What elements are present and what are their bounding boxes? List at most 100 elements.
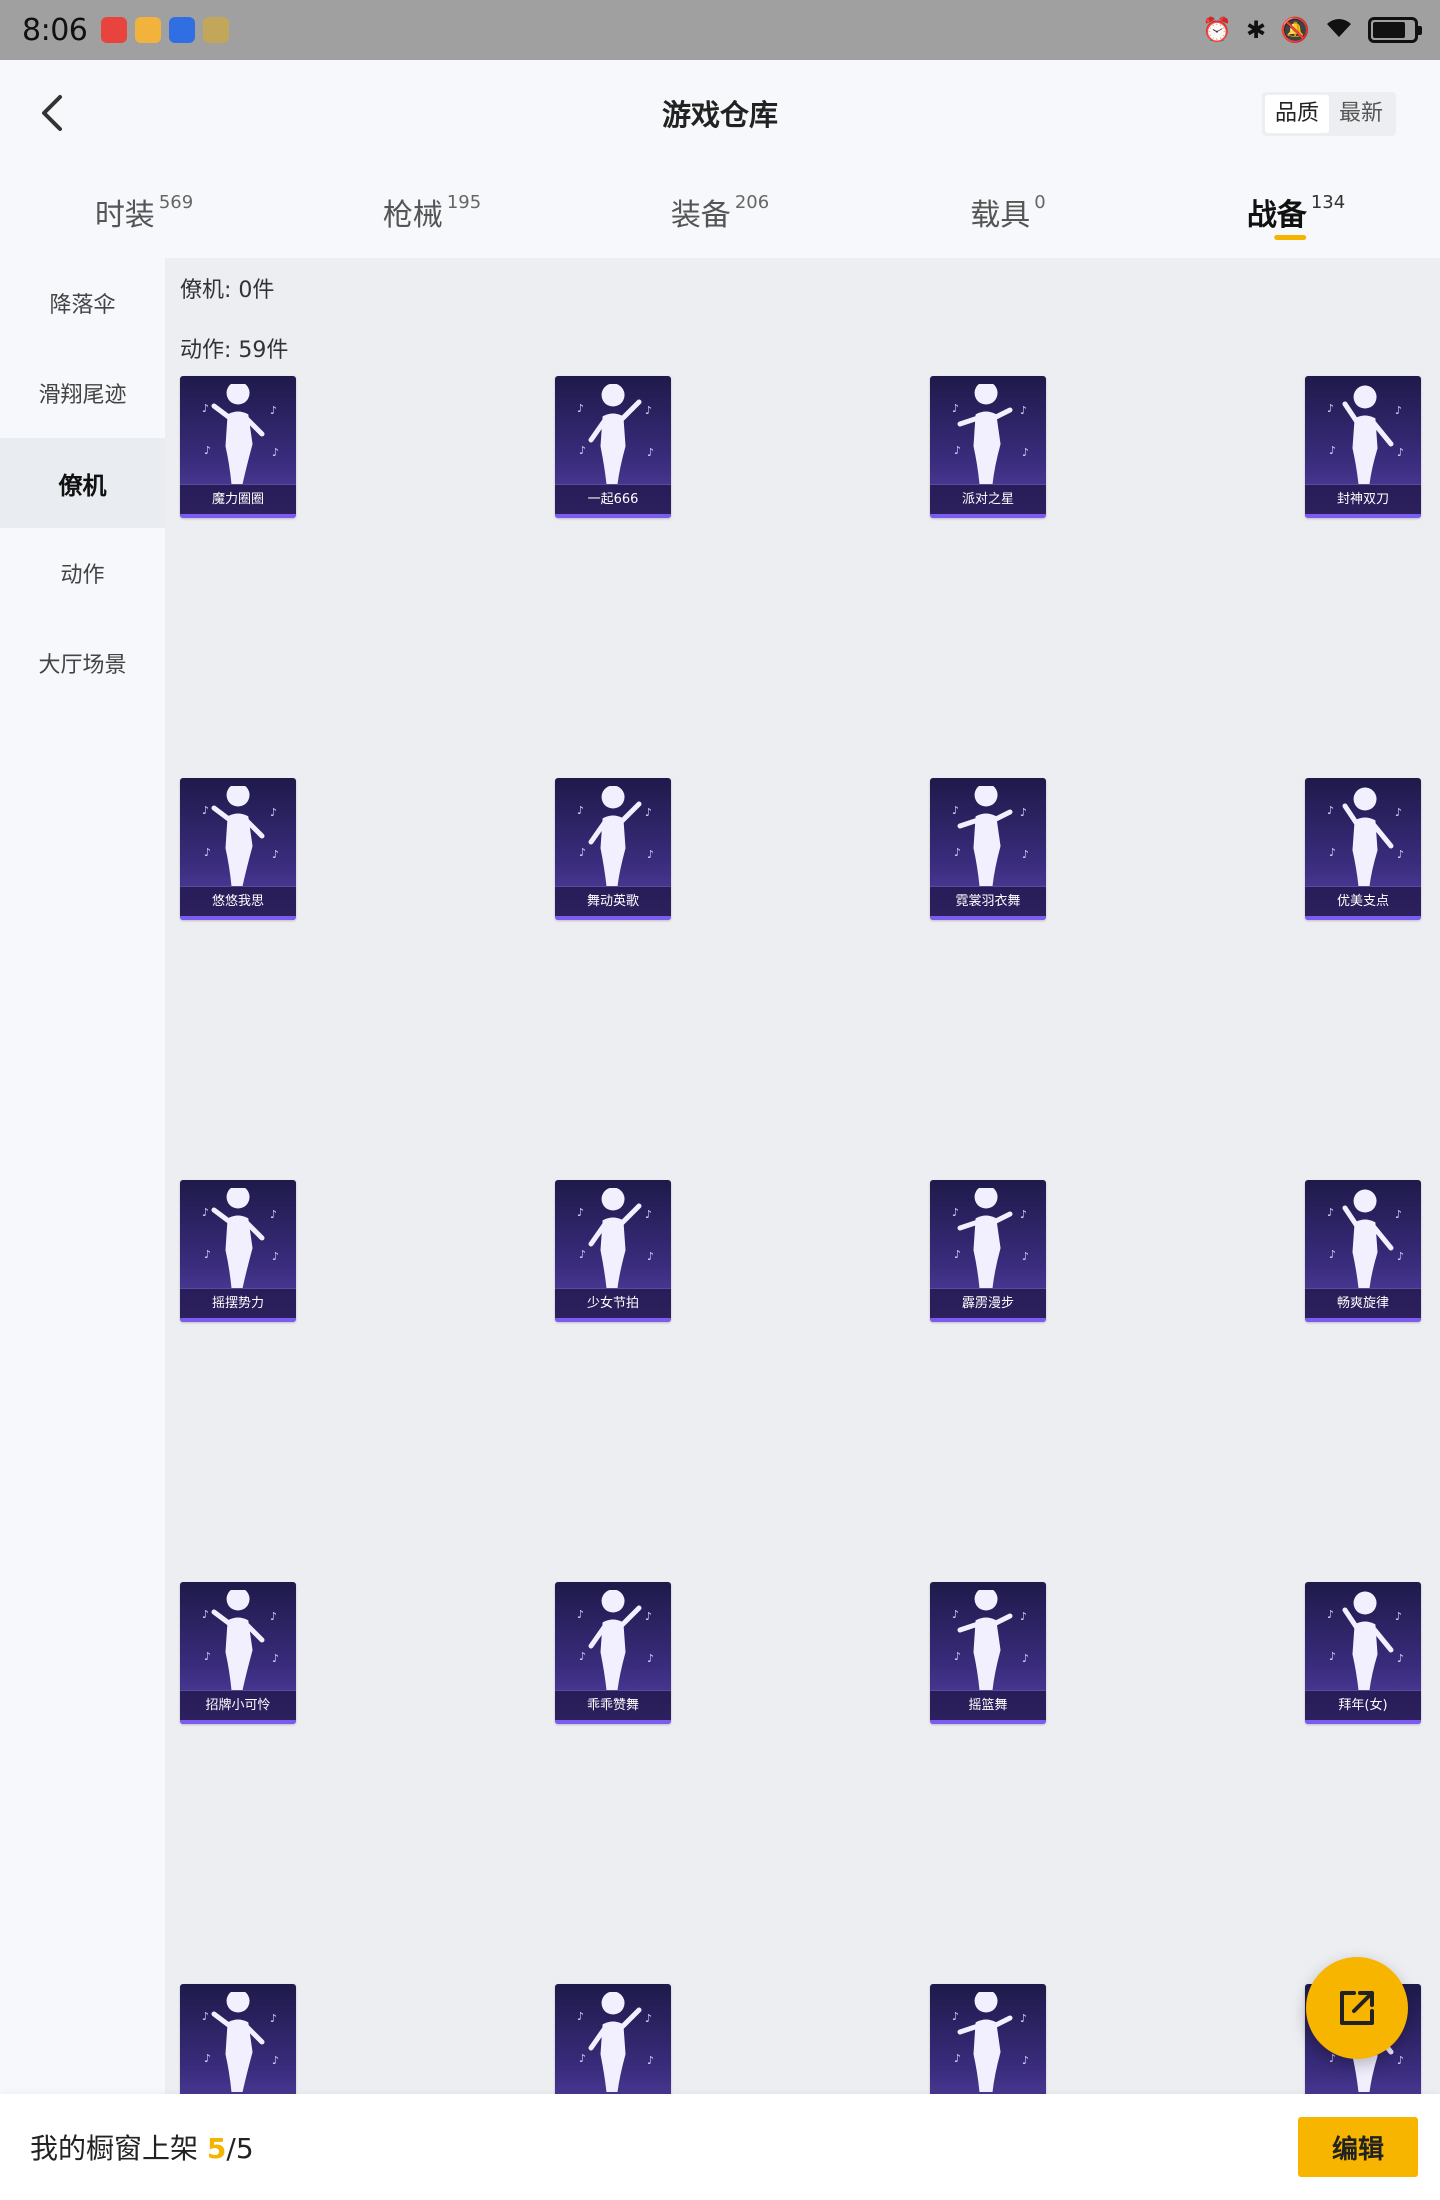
section-label-actions: 动作: 59件: [180, 338, 289, 363]
sidebar-item-actions[interactable]: 动作: [0, 528, 165, 618]
dancer-silhouette-icon: ♪ ♪ ♪ ♪: [202, 1992, 279, 2092]
emote-card[interactable]: ♪ ♪ ♪ ♪ 霹雳漫步: [930, 1180, 1046, 1322]
svg-text:♪: ♪: [579, 2052, 586, 2065]
emote-card[interactable]: ♪ ♪ ♪ ♪ 封神双刀: [1305, 376, 1421, 518]
dancer-silhouette-icon: ♪ ♪ ♪ ♪: [952, 786, 1029, 886]
dancer-silhouette-icon: ♪ ♪ ♪ ♪: [1327, 1591, 1404, 1690]
svg-text:♪: ♪: [1397, 446, 1404, 459]
wifi-icon: [1324, 15, 1354, 45]
svg-text:♪: ♪: [1020, 1208, 1027, 1221]
emote-card[interactable]: ♪ ♪ ♪ ♪: [555, 1984, 671, 2094]
share-button[interactable]: [1306, 1957, 1408, 2059]
dancer-silhouette-icon: ♪ ♪ ♪ ♪: [202, 1590, 279, 1690]
tab-vehicles[interactable]: 载具 0: [864, 166, 1152, 258]
back-button[interactable]: [28, 88, 78, 138]
sidebar-item-glide-trail[interactable]: 滑翔尾迹: [0, 348, 165, 438]
svg-text:♪: ♪: [1327, 804, 1334, 817]
svg-text:♪: ♪: [272, 848, 279, 861]
tab-combat-supplies[interactable]: 战备 134: [1152, 166, 1440, 258]
svg-text:♪: ♪: [1327, 402, 1334, 415]
svg-text:♪: ♪: [1397, 848, 1404, 861]
emote-card-label: 乖乖赞舞: [555, 1690, 671, 1720]
emote-card[interactable]: ♪ ♪ ♪ ♪: [180, 1984, 296, 2094]
svg-text:♪: ♪: [579, 1248, 586, 1261]
svg-text:♪: ♪: [579, 1650, 586, 1663]
emote-card[interactable]: ♪ ♪ ♪ ♪ 优美支点: [1305, 778, 1421, 920]
sidebar-item-wingman[interactable]: 僚机: [0, 438, 165, 528]
emote-card[interactable]: ♪ ♪ ♪ ♪ 畅爽旋律: [1305, 1180, 1421, 1322]
svg-text:♪: ♪: [647, 1652, 654, 1665]
emote-card[interactable]: ♪ ♪ ♪ ♪ 摇篮舞: [930, 1582, 1046, 1724]
dancer-silhouette-icon: ♪ ♪ ♪ ♪: [202, 786, 279, 886]
emote-card[interactable]: ♪ ♪ ♪ ♪ 招牌小可怜: [180, 1582, 296, 1724]
svg-text:♪: ♪: [1395, 1610, 1402, 1623]
emote-card[interactable]: ♪ ♪ ♪ ♪ 拜年(女): [1305, 1582, 1421, 1724]
svg-text:♪: ♪: [204, 1650, 211, 1663]
emote-card[interactable]: ♪ ♪ ♪ ♪ 摇摆势力: [180, 1180, 296, 1322]
emote-card-label: 畅爽旋律: [1305, 1288, 1421, 1318]
tab-count: 134: [1310, 191, 1346, 213]
tab-fashion[interactable]: 时装 569: [0, 166, 288, 258]
dancer-silhouette-icon: ♪ ♪ ♪ ♪: [202, 384, 279, 484]
svg-text:♪: ♪: [952, 1206, 959, 1219]
dancer-silhouette-icon: ♪ ♪ ♪ ♪: [1327, 385, 1404, 484]
emote-card[interactable]: ♪ ♪ ♪ ♪ 乖乖赞舞: [555, 1582, 671, 1724]
header: 游戏仓库 品质 最新: [0, 60, 1440, 166]
svg-text:♪: ♪: [952, 2010, 959, 2023]
edit-button[interactable]: 编辑: [1298, 2117, 1418, 2177]
sort-quality-button[interactable]: 品质: [1264, 95, 1329, 133]
svg-text:♪: ♪: [202, 402, 209, 415]
dancer-silhouette-icon: ♪ ♪ ♪ ♪: [952, 1992, 1029, 2092]
page-title: 游戏仓库: [661, 98, 778, 132]
status-icons: ⏰ ✱ 🔕: [1202, 15, 1422, 45]
svg-text:♪: ♪: [202, 1206, 209, 1219]
svg-text:♪: ♪: [1022, 1652, 1029, 1665]
svg-text:♪: ♪: [202, 804, 209, 817]
emote-card-label: 舞动英歌: [555, 886, 671, 916]
svg-text:♪: ♪: [272, 1652, 279, 1665]
emote-card[interactable]: ♪ ♪ ♪ ♪ 少女节拍: [555, 1180, 671, 1322]
svg-text:♪: ♪: [1395, 404, 1402, 417]
svg-text:♪: ♪: [952, 804, 959, 817]
svg-text:♪: ♪: [270, 806, 277, 819]
emote-card-label: 悠悠我思: [180, 886, 296, 916]
svg-text:♪: ♪: [577, 2010, 584, 2023]
emote-card[interactable]: ♪ ♪ ♪ ♪: [930, 1984, 1046, 2094]
emote-card[interactable]: ♪ ♪ ♪ ♪ 舞动英歌: [555, 778, 671, 920]
svg-text:♪: ♪: [647, 1250, 654, 1263]
sidebar-item-parachute[interactable]: 降落伞: [0, 258, 165, 348]
svg-text:♪: ♪: [954, 1248, 961, 1261]
svg-text:♪: ♪: [579, 846, 586, 859]
sort-latest-button[interactable]: 最新: [1329, 95, 1393, 133]
app-notification-icon: [203, 17, 230, 43]
emote-card-label: 派对之星: [930, 484, 1046, 514]
svg-text:♪: ♪: [954, 846, 961, 859]
svg-text:♪: ♪: [645, 2012, 652, 2025]
app-notification-icon: [135, 17, 162, 43]
svg-text:♪: ♪: [1397, 2054, 1404, 2067]
svg-text:♪: ♪: [272, 2054, 279, 2067]
svg-text:♪: ♪: [645, 404, 652, 417]
svg-text:♪: ♪: [1397, 1652, 1404, 1665]
svg-text:♪: ♪: [577, 1608, 584, 1621]
emote-card[interactable]: ♪ ♪ ♪ ♪ 霓裳羽衣舞: [930, 778, 1046, 920]
dancer-silhouette-icon: ♪ ♪ ♪ ♪: [202, 1188, 279, 1288]
dancer-silhouette-icon: ♪ ♪ ♪ ♪: [952, 384, 1029, 484]
tab-count: 195: [446, 191, 482, 213]
svg-text:♪: ♪: [1020, 2012, 1027, 2025]
category-tabs: 时装 569 枪械 195 装备 206 载具 0 战备 134: [0, 166, 1440, 258]
emote-card[interactable]: ♪ ♪ ♪ ♪ 悠悠我思: [180, 778, 296, 920]
dancer-silhouette-icon: ♪ ♪ ♪ ♪: [577, 1590, 654, 1690]
app-notification-icon: [101, 17, 128, 43]
tab-equipment[interactable]: 装备 206: [576, 166, 864, 258]
tab-guns[interactable]: 枪械 195: [288, 166, 576, 258]
emote-card[interactable]: ♪ ♪ ♪ ♪ 一起666: [555, 376, 671, 518]
svg-text:♪: ♪: [577, 1206, 584, 1219]
emote-card-label: 拜年(女): [1305, 1690, 1421, 1720]
app-notification-icon: [169, 17, 196, 43]
emote-card[interactable]: ♪ ♪ ♪ ♪ 魔力圈圈: [180, 376, 296, 518]
svg-text:♪: ♪: [1395, 806, 1402, 819]
sidebar-item-lobby-scene[interactable]: 大厅场景: [0, 618, 165, 708]
svg-text:♪: ♪: [1020, 404, 1027, 417]
emote-card[interactable]: ♪ ♪ ♪ ♪ 派对之星: [930, 376, 1046, 518]
